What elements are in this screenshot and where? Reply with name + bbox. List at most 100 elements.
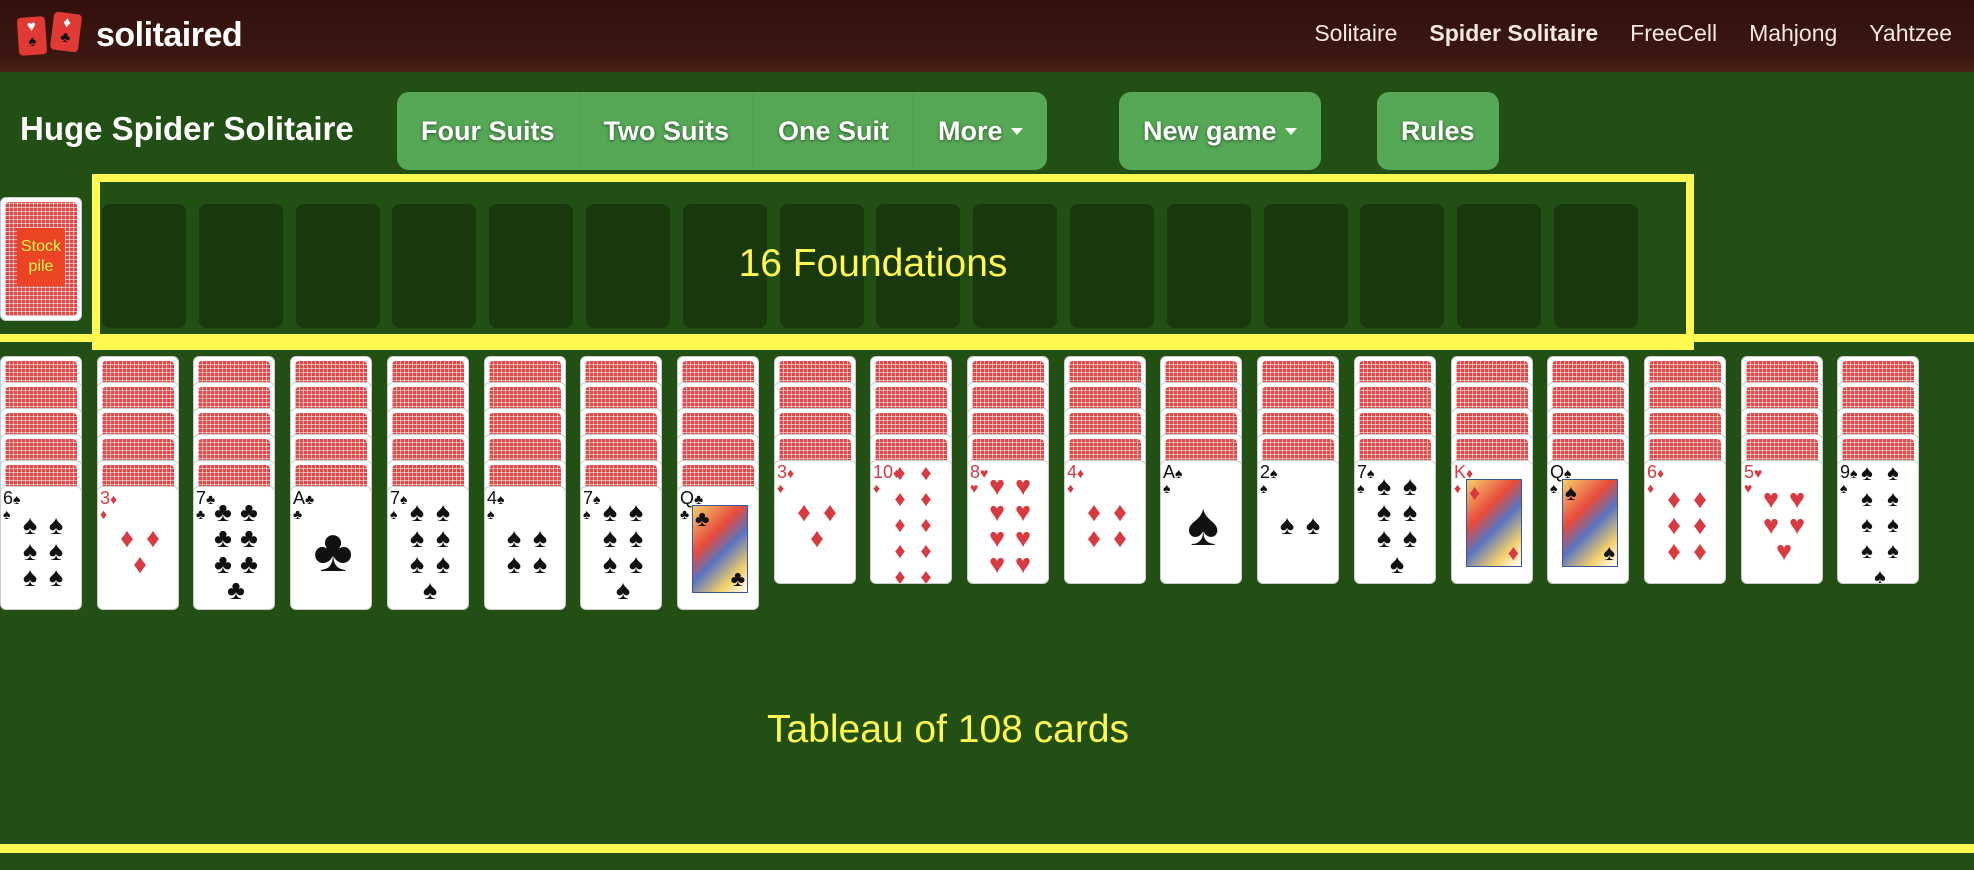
pip-icon: ♠ (1861, 538, 1873, 563)
face-up-card[interactable]: A♣ ♣ ♣ (290, 486, 372, 610)
pip-icon: ♦ (1693, 510, 1707, 540)
card-suit-icon: ♦ (100, 506, 108, 522)
two-suits-button[interactable]: Two Suits (580, 92, 754, 170)
nav-mahjong[interactable]: Mahjong (1749, 20, 1837, 47)
pip-icon: ♠ (506, 523, 522, 553)
variant-button-group: Four Suits Two Suits One Suit More (397, 92, 1047, 170)
face-up-card[interactable]: Q♣ ♣ ♣ ♣ (677, 486, 759, 610)
nav-spider-solitaire[interactable]: Spider Solitaire (1429, 20, 1598, 47)
face-up-card[interactable]: A♠ ♠ ♠ (1160, 460, 1242, 584)
pip-icon: ♣ (240, 497, 258, 527)
pip-icon: ♣ (214, 497, 232, 527)
face-up-card[interactable]: Q♠ ♠ ♠ ♠ (1547, 460, 1629, 584)
card-suit-icon: ♠ (390, 506, 398, 522)
pip-icon: ♥ (1788, 484, 1806, 514)
face-up-card[interactable]: 9♠ ♠ ♠ ♠ ♠ ♠ ♠ ♠ ♠ ♠ ♠ (1837, 460, 1919, 584)
pip-icon: ♥ (988, 497, 1006, 527)
card-suit-icon: ♠ (487, 506, 495, 522)
stock-pile-label: Stock pile (17, 228, 65, 286)
pip-icon: ♠ (1376, 523, 1392, 553)
card-suit-icon: ♥ (970, 480, 979, 496)
four-suits-button[interactable]: Four Suits (397, 92, 580, 170)
face-up-card[interactable]: 7♠ ♠ ♠ ♠ ♠ ♠ ♠ ♠ ♠ (1354, 460, 1436, 584)
court-card-artwork: ♦ ♦ (1466, 479, 1522, 567)
pip-icon: ♠ (1305, 510, 1321, 540)
card-suit-icon: ♣ (293, 506, 303, 522)
face-up-card[interactable]: 2♠ ♠ ♠ ♠ (1257, 460, 1339, 584)
pip-icon: ♦ (920, 460, 932, 485)
pip-icon: ♠ (409, 549, 425, 579)
face-up-card[interactable]: 6♠ ♠ ♠ ♠ ♠ ♠ ♠ ♠ (0, 486, 82, 610)
pip-icon: ♥ (1014, 471, 1032, 501)
new-game-dropdown-button[interactable]: New game (1119, 92, 1321, 170)
face-up-card[interactable]: 3♦ ♦ ♦ ♦ ♦ (97, 486, 179, 610)
face-up-card[interactable]: 5♥ ♥ ♥ ♥ ♥ ♥ ♥ (1741, 460, 1823, 584)
pip-icon: ♠ (1402, 471, 1418, 501)
nav-solitaire[interactable]: Solitaire (1314, 20, 1397, 47)
pip-icon: ♦ (920, 564, 932, 584)
pip-icon: ♦ (120, 523, 134, 553)
card-suit-icon: ♣ (680, 506, 690, 522)
pip-icon: ♦ (1087, 523, 1101, 553)
pip-icon: ♦ (1667, 510, 1681, 540)
pip-icon: ♦ (1113, 497, 1127, 527)
more-dropdown-button[interactable]: More (914, 92, 1047, 170)
pip-icon: ♠ (628, 497, 644, 527)
site-logo[interactable]: ♥ ♠ ♦ ♣ solitaired (16, 11, 243, 58)
pip-icon: ♠ (48, 536, 64, 566)
pip-icon: ♥ (1762, 484, 1780, 514)
face-up-card[interactable]: 10♦ ♦ ♦ ♦ ♦ ♦ ♦ ♦ ♦ ♦ ♦ ♦ (870, 460, 952, 584)
highlight-line-bottom (0, 844, 1974, 853)
face-up-card[interactable]: K♦ ♦ ♦ ♦ (1451, 460, 1533, 584)
pip-icon: ♠ (435, 497, 451, 527)
pip-icon: ♠ (435, 523, 451, 553)
card-suit-icon: ♠ (3, 506, 11, 522)
logo-cards-icon: ♥ ♠ ♦ ♣ (16, 11, 88, 58)
face-up-card[interactable]: 4♠ ♠ ♠ ♠ ♠ ♠ (484, 486, 566, 610)
nav-yahtzee[interactable]: Yahtzee (1869, 20, 1952, 47)
card-suit-icon: ♦ (1067, 480, 1075, 496)
pip-icon: ♣ (214, 523, 232, 553)
card-pips: ♠ ♠ (1270, 485, 1330, 565)
card-pips: ♥ ♥ ♥ ♥ ♥ (1754, 485, 1814, 565)
pip-icon: ♣ (240, 549, 258, 579)
card-pips: ♦ ♦ ♦ ♦ ♦ ♦ (1657, 485, 1717, 565)
pip-icon: ♠ (1376, 497, 1392, 527)
face-up-card[interactable]: 7♠ ♠ ♠ ♠ ♠ ♠ ♠ ♠ ♠ (580, 486, 662, 610)
card-pips: ♠ (1173, 485, 1233, 565)
stock-pile[interactable]: Stock pile (0, 197, 82, 321)
caret-down-icon (1010, 127, 1023, 135)
pip-icon: ♦ (894, 512, 906, 537)
pip-icon: ♠ (1861, 512, 1873, 537)
face-up-card[interactable]: 4♦ ♦ ♦ ♦ ♦ ♦ (1064, 460, 1146, 584)
nav-freecell[interactable]: FreeCell (1630, 20, 1717, 47)
face-up-card[interactable]: 7♣ ♣ ♣ ♣ ♣ ♣ ♣ ♣ ♣ (193, 486, 275, 610)
pip-icon: ♦ (133, 549, 147, 579)
card-pips: ♠ ♠ ♠ ♠ ♠ ♠ ♠ (1367, 473, 1427, 578)
pip-icon: ♠ (532, 549, 548, 579)
pip-icon: ♠ (435, 549, 451, 579)
card-suit-icon: ♠ (1357, 480, 1365, 496)
pip-icon: ♠ (48, 562, 64, 592)
pip-icon: ♠ (1887, 460, 1899, 485)
rules-button[interactable]: Rules (1377, 92, 1499, 170)
pip-icon: ♠ (1376, 471, 1392, 501)
pip-icon: ♥ (988, 549, 1006, 579)
pip-icon: ♦ (1693, 536, 1707, 566)
pip-icon: ♠ (22, 536, 38, 566)
face-up-card[interactable]: 7♠ ♠ ♠ ♠ ♠ ♠ ♠ ♠ ♠ (387, 486, 469, 610)
pip-icon: ♦ (894, 460, 906, 485)
pip-icon: ♠ (1402, 523, 1418, 553)
card-pips: ♠ ♠ ♠ ♠ ♠ ♠ ♠ (593, 499, 653, 604)
pip-icon: ♠ (22, 562, 38, 592)
face-up-card[interactable]: 6♦ ♦ ♦ ♦ ♦ ♦ ♦ ♦ (1644, 460, 1726, 584)
pip-icon: ♠ (532, 523, 548, 553)
main-nav: Solitaire Spider Solitaire FreeCell Mahj… (1314, 20, 1952, 47)
pip-icon: ♠ (48, 510, 64, 540)
face-up-card[interactable]: 8♥ ♥ ♥ ♥ ♥ ♥ ♥ ♥ ♥ ♥ (967, 460, 1049, 584)
pip-icon: ♠ (506, 549, 522, 579)
caret-down-icon (1284, 127, 1297, 135)
one-suit-button[interactable]: One Suit (754, 92, 915, 170)
face-up-card[interactable]: 3♦ ♦ ♦ ♦ ♦ (774, 460, 856, 584)
pip-icon: ♠ (1187, 491, 1219, 558)
